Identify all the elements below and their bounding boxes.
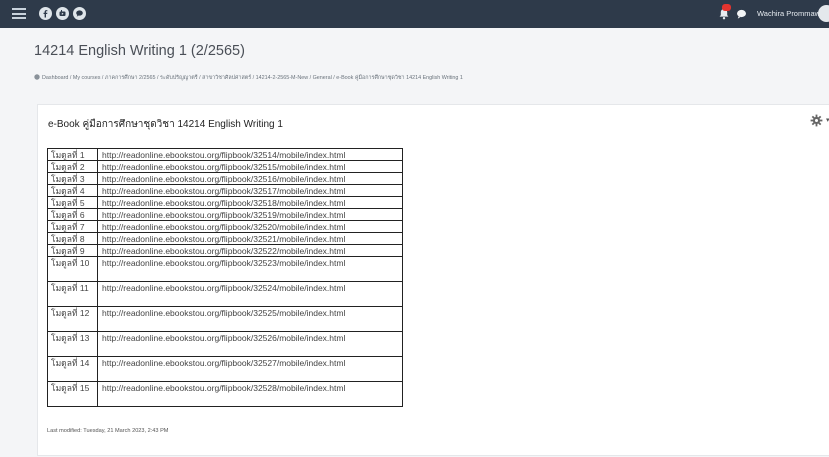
- table-row: โมดูลที่ 11 http://readonline.ebookstou.o…: [47, 281, 403, 307]
- module-label: โมดูลที่ 6: [47, 208, 98, 221]
- module-url[interactable]: http://readonline.ebookstou.org/flipbook…: [97, 256, 403, 282]
- table-row: โมดูลที่ 4 http://readonline.ebookstou.or…: [47, 184, 403, 197]
- module-url[interactable]: http://readonline.ebookstou.org/flipbook…: [97, 306, 403, 332]
- table-row: โมดูลที่ 12 http://readonline.ebookstou.o…: [47, 306, 403, 332]
- module-url[interactable]: http://readonline.ebookstou.org/flipbook…: [97, 331, 403, 357]
- module-label: โมดูลที่ 12: [47, 306, 98, 332]
- table-row: โมดูลที่ 1 http://readonline.ebookstou.or…: [47, 148, 403, 161]
- table-row: โมดูลที่ 6 http://readonline.ebookstou.or…: [47, 208, 403, 221]
- table-row: โมดูลที่ 14 http://readonline.ebookstou.o…: [47, 356, 403, 382]
- module-label: โมดูลที่ 15: [47, 381, 98, 407]
- module-url[interactable]: http://readonline.ebookstou.org/flipbook…: [97, 220, 403, 233]
- module-label: โมดูลที่ 4: [47, 184, 98, 197]
- message-icon[interactable]: [736, 9, 747, 19]
- module-url[interactable]: http://readonline.ebookstou.org/flipbook…: [97, 244, 403, 257]
- module-label: โมดูลที่ 13: [47, 331, 98, 357]
- module-url[interactable]: http://readonline.ebookstou.org/flipbook…: [97, 208, 403, 221]
- module-url[interactable]: http://readonline.ebookstou.org/flipbook…: [97, 160, 403, 173]
- breadcrumb-text[interactable]: Dashboard / My courses / ภาคการศึกษา 2/2…: [42, 75, 463, 81]
- avatar[interactable]: [818, 5, 829, 22]
- module-label: โมดูลที่ 7: [47, 220, 98, 233]
- facebook-icon[interactable]: [39, 7, 52, 20]
- ebook-links-table: โมดูลที่ 1 http://readonline.ebookstou.or…: [47, 148, 403, 407]
- module-url[interactable]: http://readonline.ebookstou.org/flipbook…: [97, 232, 403, 245]
- table-row: โมดูลที่ 5 http://readonline.ebookstou.or…: [47, 196, 403, 209]
- module-label: โมดูลที่ 5: [47, 196, 98, 209]
- module-label: โมดูลที่ 1: [47, 148, 98, 161]
- table-row: โมดูลที่ 2 http://readonline.ebookstou.or…: [47, 160, 403, 173]
- module-label: โมดูลที่ 14: [47, 356, 98, 382]
- table-row: โมดูลที่ 13 http://readonline.ebookstou.o…: [47, 331, 403, 357]
- content-card: e-Book คู่มือการศึกษาชุดวิชา 14214 Engli…: [37, 104, 829, 456]
- module-url[interactable]: http://readonline.ebookstou.org/flipbook…: [97, 356, 403, 382]
- table-row: โมดูลที่ 8 http://readonline.ebookstou.or…: [47, 232, 403, 245]
- dashboard-icon: [34, 74, 40, 80]
- table-row: โมดูลที่ 9 http://readonline.ebookstou.or…: [47, 244, 403, 257]
- module-url[interactable]: http://readonline.ebookstou.org/flipbook…: [97, 172, 403, 185]
- module-url[interactable]: http://readonline.ebookstou.org/flipbook…: [97, 281, 403, 307]
- module-label: โมดูลที่ 10: [47, 256, 98, 282]
- module-label: โมดูลที่ 3: [47, 172, 98, 185]
- module-label: โมดูลที่ 9: [47, 244, 98, 257]
- module-url[interactable]: http://readonline.ebookstou.org/flipbook…: [97, 381, 403, 407]
- table-row: โมดูลที่ 15 http://readonline.ebookstou.o…: [47, 381, 403, 407]
- notification-badge: [722, 4, 731, 11]
- breadcrumb[interactable]: Dashboard / My courses / ภาคการศึกษา 2/2…: [34, 74, 463, 82]
- menu-icon[interactable]: [12, 8, 26, 19]
- module-url[interactable]: http://readonline.ebookstou.org/flipbook…: [97, 196, 403, 209]
- module-label: โมดูลที่ 8: [47, 232, 98, 245]
- page-title: 14214 English Writing 1 (2/2565): [34, 43, 245, 59]
- module-label: โมดูลที่ 11: [47, 281, 98, 307]
- table-row: โมดูลที่ 7 http://readonline.ebookstou.or…: [47, 220, 403, 233]
- module-url[interactable]: http://readonline.ebookstou.org/flipbook…: [97, 184, 403, 197]
- chat-icon[interactable]: [73, 7, 86, 20]
- table-row: โมดูลที่ 10 http://readonline.ebookstou.o…: [47, 256, 403, 282]
- table-row: โมดูลที่ 3 http://readonline.ebookstou.or…: [47, 172, 403, 185]
- top-navbar: Wachira Prommawong: [0, 0, 829, 28]
- youtube-icon[interactable]: [56, 7, 69, 20]
- module-label: โมดูลที่ 2: [47, 160, 98, 173]
- module-url[interactable]: http://readonline.ebookstou.org/flipbook…: [97, 148, 403, 161]
- gear-icon[interactable]: [810, 114, 823, 127]
- last-modified: Last modified: Tuesday, 21 March 2023, 2…: [47, 428, 169, 434]
- ebook-title: e-Book คู่มือการศึกษาชุดวิชา 14214 Engli…: [48, 119, 283, 130]
